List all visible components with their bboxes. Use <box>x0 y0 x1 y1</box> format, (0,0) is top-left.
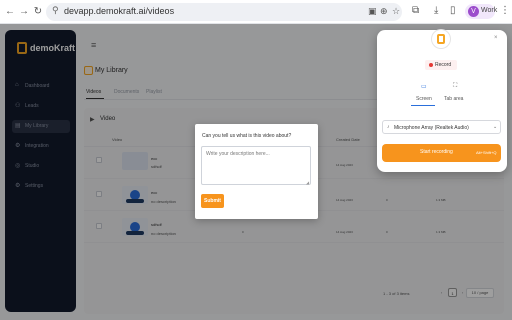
zoom-icon[interactable]: ⊕ <box>380 6 388 17</box>
tab-area-icon[interactable]: ⛶ <box>453 83 457 90</box>
reload-icon[interactable]: ↻ <box>32 5 44 19</box>
microphone-select[interactable]: ♪ Microphone Array (Realtek Audio) ⌄ <box>382 120 501 134</box>
browser-toolbar: ← → ↻ ⚲ devapp.demokraft.ai/videos ▣ ⊕ ☆… <box>0 0 512 24</box>
description-modal: Can you tell us what is this video about… <box>195 124 318 219</box>
avatar: V <box>468 6 479 17</box>
submit-button[interactable]: Submit <box>201 194 224 208</box>
profile-label: Work <box>481 7 498 14</box>
more-menu-icon[interactable]: ⋮ <box>500 5 510 16</box>
start-recording-button[interactable]: Start recording Alt+Shift+Q <box>382 144 501 162</box>
option-screen[interactable]: Screen <box>416 96 432 102</box>
modal-question: Can you tell us what is this video about… <box>202 133 292 139</box>
site-info-icon[interactable]: ⚲ <box>52 5 59 16</box>
shortcut-hint: Alt+Shift+Q <box>476 150 497 155</box>
address-bar[interactable]: ⚲ devapp.demokraft.ai/videos ▣ ⊕ ☆ <box>46 3 402 21</box>
cast-icon[interactable]: ▣ <box>368 6 377 17</box>
logo-mark-icon <box>437 34 445 44</box>
record-label: Record <box>435 62 452 68</box>
description-input[interactable] <box>201 146 311 185</box>
record-mode-button[interactable]: Record <box>425 60 457 70</box>
download-icon[interactable]: ⤓ <box>434 5 438 16</box>
profile-button[interactable]: V Work <box>465 4 498 19</box>
selected-option-indicator <box>411 105 435 106</box>
forward-icon[interactable]: → <box>18 5 30 19</box>
microphone-label: Microphone Array (Realtek Audio) <box>394 125 469 131</box>
microphone-icon: ♪ <box>387 124 390 130</box>
extension-logo <box>432 30 450 48</box>
resize-handle-icon[interactable]: ◢ <box>306 181 309 185</box>
close-icon[interactable]: × <box>494 35 498 41</box>
chevron-down-icon: ⌄ <box>493 124 498 130</box>
url-text: devapp.demokraft.ai/videos <box>64 6 175 16</box>
sidepanel-icon[interactable]: ▯ <box>450 5 456 16</box>
screen-icon[interactable]: ▭ <box>421 83 427 90</box>
star-icon[interactable]: ☆ <box>392 6 400 17</box>
recorder-extension-popup: × Record ▭ ⛶ Screen Tab area ♪ Microphon… <box>377 30 507 172</box>
record-dot-icon <box>429 63 433 67</box>
start-recording-label: Start recording <box>420 149 453 155</box>
option-tab-area[interactable]: Tab area <box>444 96 463 102</box>
extensions-icon[interactable]: ⧉ <box>412 5 419 16</box>
back-icon[interactable]: ← <box>4 5 16 19</box>
